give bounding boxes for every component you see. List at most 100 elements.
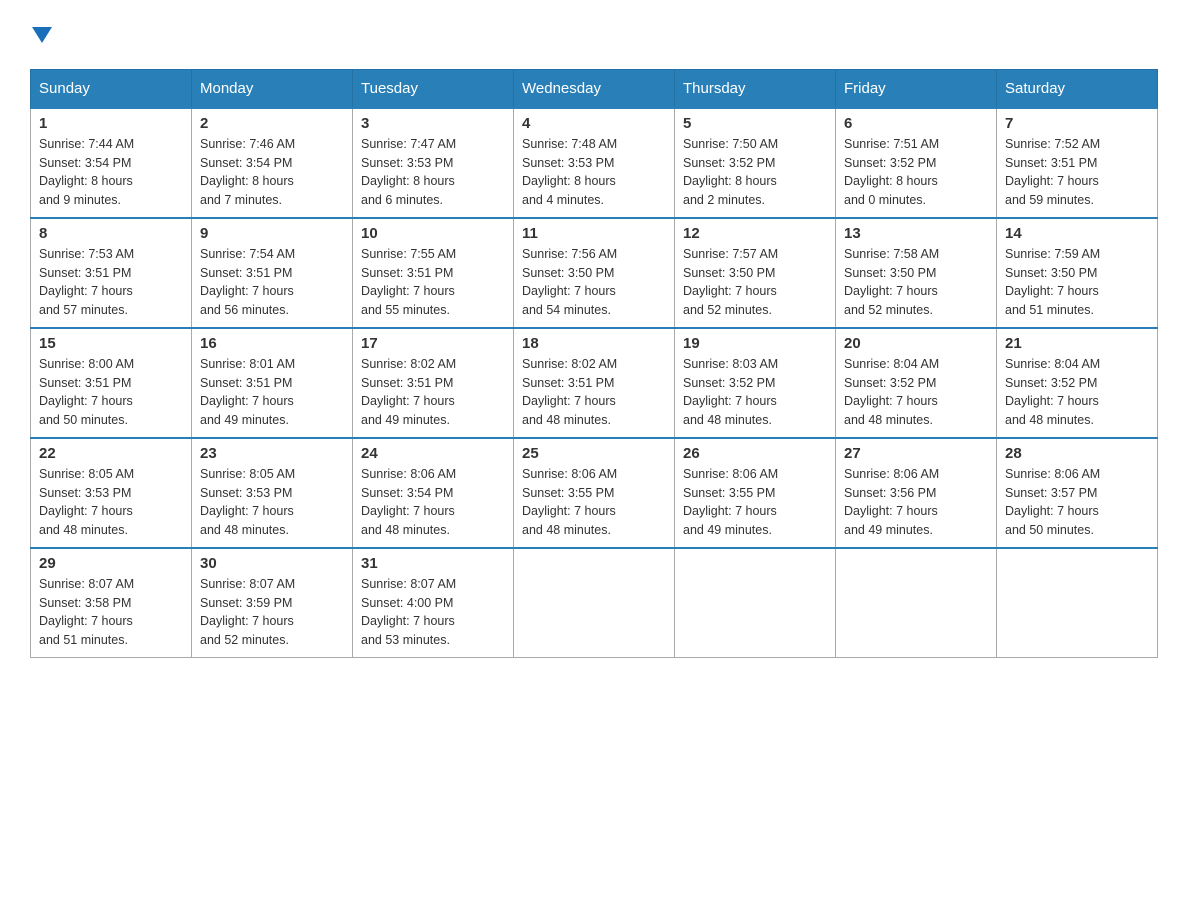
sun-info: Sunrise: 8:06 AMSunset: 3:56 PMDaylight:… (844, 465, 988, 540)
day-cell-28: 28 Sunrise: 8:06 AMSunset: 3:57 PMDaylig… (997, 438, 1158, 548)
header-tuesday: Tuesday (353, 69, 514, 108)
day-number: 15 (39, 335, 183, 352)
day-cell-20: 20 Sunrise: 8:04 AMSunset: 3:52 PMDaylig… (836, 328, 997, 438)
sun-info: Sunrise: 8:04 AMSunset: 3:52 PMDaylight:… (844, 355, 988, 430)
sun-info: Sunrise: 8:02 AMSunset: 3:51 PMDaylight:… (522, 355, 666, 430)
empty-cell (836, 548, 997, 658)
calendar-week-2: 8 Sunrise: 7:53 AMSunset: 3:51 PMDayligh… (31, 218, 1158, 328)
sun-info: Sunrise: 7:56 AMSunset: 3:50 PMDaylight:… (522, 245, 666, 320)
day-number: 1 (39, 115, 183, 132)
sun-info: Sunrise: 7:47 AMSunset: 3:53 PMDaylight:… (361, 135, 505, 210)
day-number: 28 (1005, 445, 1149, 462)
day-cell-17: 17 Sunrise: 8:02 AMSunset: 3:51 PMDaylig… (353, 328, 514, 438)
day-cell-27: 27 Sunrise: 8:06 AMSunset: 3:56 PMDaylig… (836, 438, 997, 548)
day-number: 12 (683, 225, 827, 242)
day-cell-29: 29 Sunrise: 8:07 AMSunset: 3:58 PMDaylig… (31, 548, 192, 658)
day-cell-4: 4 Sunrise: 7:48 AMSunset: 3:53 PMDayligh… (514, 108, 675, 218)
day-number: 11 (522, 225, 666, 242)
calendar-week-3: 15 Sunrise: 8:00 AMSunset: 3:51 PMDaylig… (31, 328, 1158, 438)
day-number: 27 (844, 445, 988, 462)
day-number: 14 (1005, 225, 1149, 242)
day-cell-18: 18 Sunrise: 8:02 AMSunset: 3:51 PMDaylig… (514, 328, 675, 438)
calendar-week-5: 29 Sunrise: 8:07 AMSunset: 3:58 PMDaylig… (31, 548, 1158, 658)
day-number: 2 (200, 115, 344, 132)
sun-info: Sunrise: 7:53 AMSunset: 3:51 PMDaylight:… (39, 245, 183, 320)
empty-cell (675, 548, 836, 658)
calendar-week-1: 1 Sunrise: 7:44 AMSunset: 3:54 PMDayligh… (31, 108, 1158, 218)
day-number: 19 (683, 335, 827, 352)
day-number: 21 (1005, 335, 1149, 352)
day-cell-9: 9 Sunrise: 7:54 AMSunset: 3:51 PMDayligh… (192, 218, 353, 328)
day-cell-24: 24 Sunrise: 8:06 AMSunset: 3:54 PMDaylig… (353, 438, 514, 548)
sun-info: Sunrise: 8:06 AMSunset: 3:55 PMDaylight:… (683, 465, 827, 540)
logo (30, 20, 52, 51)
day-cell-21: 21 Sunrise: 8:04 AMSunset: 3:52 PMDaylig… (997, 328, 1158, 438)
day-cell-23: 23 Sunrise: 8:05 AMSunset: 3:53 PMDaylig… (192, 438, 353, 548)
day-cell-8: 8 Sunrise: 7:53 AMSunset: 3:51 PMDayligh… (31, 218, 192, 328)
day-number: 22 (39, 445, 183, 462)
sun-info: Sunrise: 7:55 AMSunset: 3:51 PMDaylight:… (361, 245, 505, 320)
day-cell-12: 12 Sunrise: 7:57 AMSunset: 3:50 PMDaylig… (675, 218, 836, 328)
sun-info: Sunrise: 7:57 AMSunset: 3:50 PMDaylight:… (683, 245, 827, 320)
sun-info: Sunrise: 8:07 AMSunset: 4:00 PMDaylight:… (361, 575, 505, 650)
page-header (30, 20, 1158, 51)
sun-info: Sunrise: 7:44 AMSunset: 3:54 PMDaylight:… (39, 135, 183, 210)
day-number: 20 (844, 335, 988, 352)
sun-info: Sunrise: 8:05 AMSunset: 3:53 PMDaylight:… (39, 465, 183, 540)
empty-cell (997, 548, 1158, 658)
day-cell-22: 22 Sunrise: 8:05 AMSunset: 3:53 PMDaylig… (31, 438, 192, 548)
day-number: 30 (200, 555, 344, 572)
day-cell-7: 7 Sunrise: 7:52 AMSunset: 3:51 PMDayligh… (997, 108, 1158, 218)
sun-info: Sunrise: 7:54 AMSunset: 3:51 PMDaylight:… (200, 245, 344, 320)
header-wednesday: Wednesday (514, 69, 675, 108)
day-number: 9 (200, 225, 344, 242)
day-number: 6 (844, 115, 988, 132)
day-number: 24 (361, 445, 505, 462)
day-number: 13 (844, 225, 988, 242)
day-cell-19: 19 Sunrise: 8:03 AMSunset: 3:52 PMDaylig… (675, 328, 836, 438)
sun-info: Sunrise: 7:46 AMSunset: 3:54 PMDaylight:… (200, 135, 344, 210)
logo-triangle-icon (32, 27, 52, 43)
day-number: 31 (361, 555, 505, 572)
sun-info: Sunrise: 8:05 AMSunset: 3:53 PMDaylight:… (200, 465, 344, 540)
day-cell-16: 16 Sunrise: 8:01 AMSunset: 3:51 PMDaylig… (192, 328, 353, 438)
day-number: 17 (361, 335, 505, 352)
sun-info: Sunrise: 7:50 AMSunset: 3:52 PMDaylight:… (683, 135, 827, 210)
day-cell-5: 5 Sunrise: 7:50 AMSunset: 3:52 PMDayligh… (675, 108, 836, 218)
sun-info: Sunrise: 7:59 AMSunset: 3:50 PMDaylight:… (1005, 245, 1149, 320)
sun-info: Sunrise: 8:06 AMSunset: 3:55 PMDaylight:… (522, 465, 666, 540)
sun-info: Sunrise: 8:06 AMSunset: 3:54 PMDaylight:… (361, 465, 505, 540)
day-cell-3: 3 Sunrise: 7:47 AMSunset: 3:53 PMDayligh… (353, 108, 514, 218)
header-monday: Monday (192, 69, 353, 108)
day-cell-1: 1 Sunrise: 7:44 AMSunset: 3:54 PMDayligh… (31, 108, 192, 218)
sun-info: Sunrise: 7:51 AMSunset: 3:52 PMDaylight:… (844, 135, 988, 210)
day-cell-2: 2 Sunrise: 7:46 AMSunset: 3:54 PMDayligh… (192, 108, 353, 218)
sun-info: Sunrise: 7:58 AMSunset: 3:50 PMDaylight:… (844, 245, 988, 320)
day-number: 29 (39, 555, 183, 572)
header-sunday: Sunday (31, 69, 192, 108)
day-cell-13: 13 Sunrise: 7:58 AMSunset: 3:50 PMDaylig… (836, 218, 997, 328)
day-cell-31: 31 Sunrise: 8:07 AMSunset: 4:00 PMDaylig… (353, 548, 514, 658)
empty-cell (514, 548, 675, 658)
day-number: 26 (683, 445, 827, 462)
sun-info: Sunrise: 8:06 AMSunset: 3:57 PMDaylight:… (1005, 465, 1149, 540)
header-saturday: Saturday (997, 69, 1158, 108)
day-number: 7 (1005, 115, 1149, 132)
day-cell-30: 30 Sunrise: 8:07 AMSunset: 3:59 PMDaylig… (192, 548, 353, 658)
calendar-table: SundayMondayTuesdayWednesdayThursdayFrid… (30, 69, 1158, 659)
sun-info: Sunrise: 8:03 AMSunset: 3:52 PMDaylight:… (683, 355, 827, 430)
sun-info: Sunrise: 8:07 AMSunset: 3:59 PMDaylight:… (200, 575, 344, 650)
day-number: 18 (522, 335, 666, 352)
sun-info: Sunrise: 8:01 AMSunset: 3:51 PMDaylight:… (200, 355, 344, 430)
sun-info: Sunrise: 8:04 AMSunset: 3:52 PMDaylight:… (1005, 355, 1149, 430)
day-cell-6: 6 Sunrise: 7:51 AMSunset: 3:52 PMDayligh… (836, 108, 997, 218)
day-number: 23 (200, 445, 344, 462)
sun-info: Sunrise: 8:00 AMSunset: 3:51 PMDaylight:… (39, 355, 183, 430)
day-number: 5 (683, 115, 827, 132)
day-number: 10 (361, 225, 505, 242)
day-cell-14: 14 Sunrise: 7:59 AMSunset: 3:50 PMDaylig… (997, 218, 1158, 328)
day-cell-26: 26 Sunrise: 8:06 AMSunset: 3:55 PMDaylig… (675, 438, 836, 548)
day-number: 4 (522, 115, 666, 132)
day-cell-10: 10 Sunrise: 7:55 AMSunset: 3:51 PMDaylig… (353, 218, 514, 328)
day-cell-11: 11 Sunrise: 7:56 AMSunset: 3:50 PMDaylig… (514, 218, 675, 328)
